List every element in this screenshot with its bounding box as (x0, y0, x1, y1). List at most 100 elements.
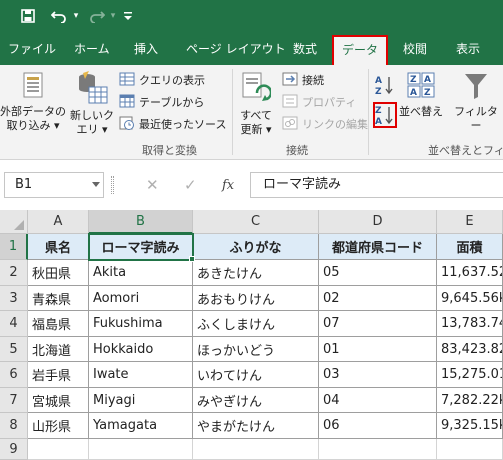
table-cell[interactable]: 福島県 (28, 311, 89, 337)
table-cell[interactable]: 7,282.22k (437, 388, 503, 413)
row-header-2[interactable]: 2 (0, 260, 28, 286)
row-header-7[interactable]: 7 (0, 388, 28, 413)
ribbon: 外部データの 取り込み ▾ 新しいク エリ ▾ クエリの表示 テーブルから 最近… (0, 65, 503, 160)
row-header-6[interactable]: 6 (0, 362, 28, 388)
cell-d1[interactable]: 都道府県コード (319, 234, 437, 260)
column-header-c[interactable]: C (193, 210, 319, 234)
cell-b1[interactable]: ローマ字読み (89, 234, 193, 260)
table-cell[interactable]: 13,783.74 (437, 311, 503, 337)
enter-icon[interactable]: ✓ (184, 176, 197, 194)
table-cell[interactable]: 北海道 (28, 337, 89, 362)
tab-home[interactable]: ホーム (74, 33, 110, 65)
new-query-button[interactable]: 新しいク エリ ▾ (70, 71, 114, 137)
table-cell[interactable]: 05 (319, 260, 437, 286)
table-cell[interactable]: 04 (319, 388, 437, 413)
formula-bar-splitter[interactable] (111, 176, 114, 194)
table-cell[interactable]: みやぎけん (193, 388, 319, 413)
refresh-all-button[interactable]: すべて 更新 ▾ (236, 71, 276, 137)
tab-data[interactable]: データ (332, 35, 388, 65)
table-cell[interactable] (319, 439, 437, 460)
insert-function-icon[interactable]: fx (222, 178, 234, 193)
cell-e1[interactable]: 面積 (437, 234, 503, 260)
table-cell[interactable]: 01 (319, 337, 437, 362)
table-cell[interactable] (89, 439, 193, 460)
table-cell[interactable]: 青森県 (28, 286, 89, 311)
table-cell[interactable]: Miyagi (89, 388, 193, 413)
table-cell[interactable]: 06 (319, 413, 437, 439)
sort-ascending-icon[interactable]: AZ (374, 73, 396, 97)
table-cell[interactable]: 02 (319, 286, 437, 311)
table-cell[interactable]: Aomori (89, 286, 193, 311)
tab-formulas[interactable]: 数式 (293, 33, 317, 65)
undo-icon[interactable] (48, 6, 70, 26)
get-external-data-button[interactable]: 外部データの 取り込み ▾ (0, 71, 66, 133)
column-header-a[interactable]: A (28, 210, 89, 234)
column-header-e[interactable]: E (437, 210, 503, 234)
row-header-8[interactable]: 8 (0, 413, 28, 439)
recent-sources-button[interactable]: 最近使ったソース (119, 114, 226, 134)
formula-bar: B1 ✕ ✓ fx ローマ字読み (0, 160, 503, 210)
table-cell[interactable]: 秋田県 (28, 260, 89, 286)
table-cell[interactable]: 11,637.52 (437, 260, 503, 286)
table-cell[interactable]: Fukushima (89, 311, 193, 337)
table-cell[interactable] (193, 439, 319, 460)
tab-insert[interactable]: 挿入 (134, 33, 158, 65)
properties-button[interactable]: プロパティ (282, 92, 356, 112)
redo-icon[interactable] (86, 6, 108, 26)
table-cell[interactable]: 9,325.15k (437, 413, 503, 439)
from-table-button[interactable]: テーブルから (119, 92, 204, 112)
row-header-3[interactable]: 3 (0, 286, 28, 311)
table-cell[interactable]: あきたけん (193, 260, 319, 286)
column-header-d[interactable]: D (319, 210, 437, 234)
name-box[interactable]: B1 (4, 172, 104, 198)
show-queries-button[interactable]: クエリの表示 (119, 70, 205, 90)
svg-text:Z: Z (424, 88, 431, 98)
cell-a1[interactable]: 県名 (28, 234, 89, 260)
table-cell[interactable]: いわてけん (193, 362, 319, 388)
undo-dropdown-icon[interactable]: ▾ (71, 6, 81, 26)
table-cell[interactable]: 07 (319, 311, 437, 337)
row-header-1[interactable]: 1 (0, 234, 28, 260)
table-cell[interactable]: Iwate (89, 362, 193, 388)
table-cell[interactable]: 宮城県 (28, 388, 89, 413)
table-cell[interactable]: やまがたけん (193, 413, 319, 439)
row-header-5[interactable]: 5 (0, 337, 28, 362)
table-cell[interactable] (437, 439, 503, 460)
tab-view[interactable]: 表示 (456, 33, 480, 65)
tab-page-layout[interactable]: ページ レイアウト (186, 33, 286, 65)
row-header-9[interactable]: 9 (0, 439, 28, 460)
table-cell[interactable]: Yamagata (89, 413, 193, 439)
table-cell[interactable]: 岩手県 (28, 362, 89, 388)
table-cell[interactable]: ふくしまけん (193, 311, 319, 337)
name-box-dropdown-icon[interactable] (92, 182, 100, 187)
cancel-icon[interactable]: ✕ (146, 176, 159, 194)
table-cell[interactable]: 83,423.82 (437, 337, 503, 362)
tab-review[interactable]: 校閲 (403, 33, 427, 65)
filter-button[interactable]: フィルター (450, 71, 502, 133)
edit-links-button[interactable]: リンクの編集 (282, 114, 368, 134)
table-cell[interactable] (28, 439, 89, 460)
select-all-button[interactable] (0, 210, 28, 234)
show-queries-label: クエリの表示 (139, 74, 205, 87)
cell-c1[interactable]: ふりがな (193, 234, 319, 260)
table-cell[interactable]: あおもりけん (193, 286, 319, 311)
formula-input[interactable]: ローマ字読み (250, 172, 503, 198)
fill-handle[interactable] (189, 256, 195, 262)
table-cell[interactable]: 9,645.56k (437, 286, 503, 311)
table-icon (119, 94, 135, 111)
customize-qat-icon[interactable] (122, 6, 134, 26)
table-cell[interactable]: 15,275.01 (437, 362, 503, 388)
row-header-4[interactable]: 4 (0, 311, 28, 337)
table-cell[interactable]: ほっかいどう (193, 337, 319, 362)
table-cell[interactable]: 山形県 (28, 413, 89, 439)
tab-file[interactable]: ファイル (8, 33, 56, 65)
table-cell[interactable]: 03 (319, 362, 437, 388)
column-header-b[interactable]: B (89, 210, 193, 234)
table-cell[interactable]: Akita (89, 260, 193, 286)
table-cell[interactable]: Hokkaido (89, 337, 193, 362)
connections-button[interactable]: 接続 (282, 70, 324, 90)
redo-dropdown-icon[interactable]: ▾ (108, 6, 118, 26)
save-icon[interactable] (18, 6, 38, 26)
sort-button[interactable]: ZAAZ 並べ替え (398, 71, 444, 119)
sort-descending-icon[interactable]: ZA (373, 102, 397, 128)
